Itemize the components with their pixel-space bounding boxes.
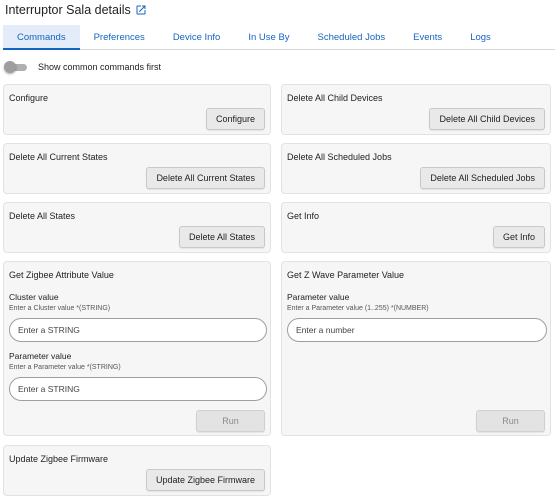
tab-in-use-by[interactable]: In Use By (234, 25, 303, 50)
command-card-delete-scheduled-jobs: Delete All Scheduled Jobs Delete All Sch… (281, 143, 551, 194)
run-button[interactable]: Run (196, 410, 265, 432)
delete-scheduled-jobs-button[interactable]: Delete All Scheduled Jobs (420, 167, 545, 189)
delete-current-states-button[interactable]: Delete All Current States (146, 167, 265, 189)
common-commands-toggle[interactable] (4, 61, 28, 73)
toggle-label: Show common commands first (38, 62, 162, 72)
parameter-value-input[interactable] (9, 377, 267, 401)
command-title: Get Info (287, 211, 320, 221)
get-info-button[interactable]: Get Info (492, 226, 545, 248)
command-card-update-zigbee-firmware: Update Zigbee Firmware Update Zigbee Fir… (3, 445, 271, 496)
run-button[interactable]: Run (476, 410, 545, 432)
external-link-icon[interactable] (135, 4, 147, 16)
command-card-get-info: Get Info Get Info (281, 202, 551, 253)
tab-commands[interactable]: Commands (3, 25, 80, 50)
page-title: Interruptor Sala details (5, 3, 147, 17)
delete-states-button[interactable]: Delete All States (178, 226, 265, 248)
command-title: Delete All Current States (9, 152, 108, 162)
tab-logs[interactable]: Logs (456, 25, 505, 50)
command-title: Get Zigbee Attribute Value (9, 270, 114, 280)
tab-scheduled-jobs[interactable]: Scheduled Jobs (304, 25, 400, 50)
tab-bar: Commands Preferences Device Info In Use … (3, 25, 555, 50)
common-commands-toggle-row: Show common commands first (4, 61, 161, 73)
parameter-value-hint: Enter a Parameter value (1..255) *(NUMBE… (287, 305, 429, 312)
command-card-delete-states: Delete All States Delete All States (3, 202, 271, 253)
cluster-value-input[interactable] (9, 318, 267, 342)
command-title: Delete All Scheduled Jobs (287, 152, 392, 162)
tab-device-info[interactable]: Device Info (159, 25, 235, 50)
parameter-number-input[interactable] (287, 318, 547, 342)
command-title: Delete All States (9, 211, 76, 221)
command-title: Configure (9, 93, 49, 103)
command-title: Delete All Child Devices (287, 93, 383, 103)
tab-preferences[interactable]: Preferences (80, 25, 159, 50)
command-title: Update Zigbee Firmware (9, 454, 109, 464)
command-card-get-zwave-parameter: Get Z Wave Parameter Value Parameter val… (281, 261, 551, 436)
device-title: Interruptor Sala details (5, 3, 131, 17)
cluster-value-hint: Enter a Cluster value *(STRING) (9, 305, 111, 312)
command-card-configure: Configure Configure (3, 84, 271, 135)
cluster-value-label: Cluster value (9, 292, 59, 302)
command-card-delete-child-devices: Delete All Child Devices Delete All Chil… (281, 84, 551, 135)
parameter-value-label: Parameter value (287, 292, 350, 302)
command-title: Get Z Wave Parameter Value (287, 270, 405, 280)
command-card-delete-current-states: Delete All Current States Delete All Cur… (3, 143, 271, 194)
update-zigbee-firmware-button[interactable]: Update Zigbee Firmware (145, 469, 265, 491)
configure-button[interactable]: Configure (205, 108, 265, 130)
parameter-value-hint: Enter a Parameter value *(STRING) (9, 364, 121, 371)
command-card-get-zigbee-attribute: Get Zigbee Attribute Value Cluster value… (3, 261, 271, 436)
delete-child-devices-button[interactable]: Delete All Child Devices (429, 108, 545, 130)
tab-events[interactable]: Events (399, 25, 456, 50)
parameter-value-label: Parameter value (9, 351, 72, 361)
